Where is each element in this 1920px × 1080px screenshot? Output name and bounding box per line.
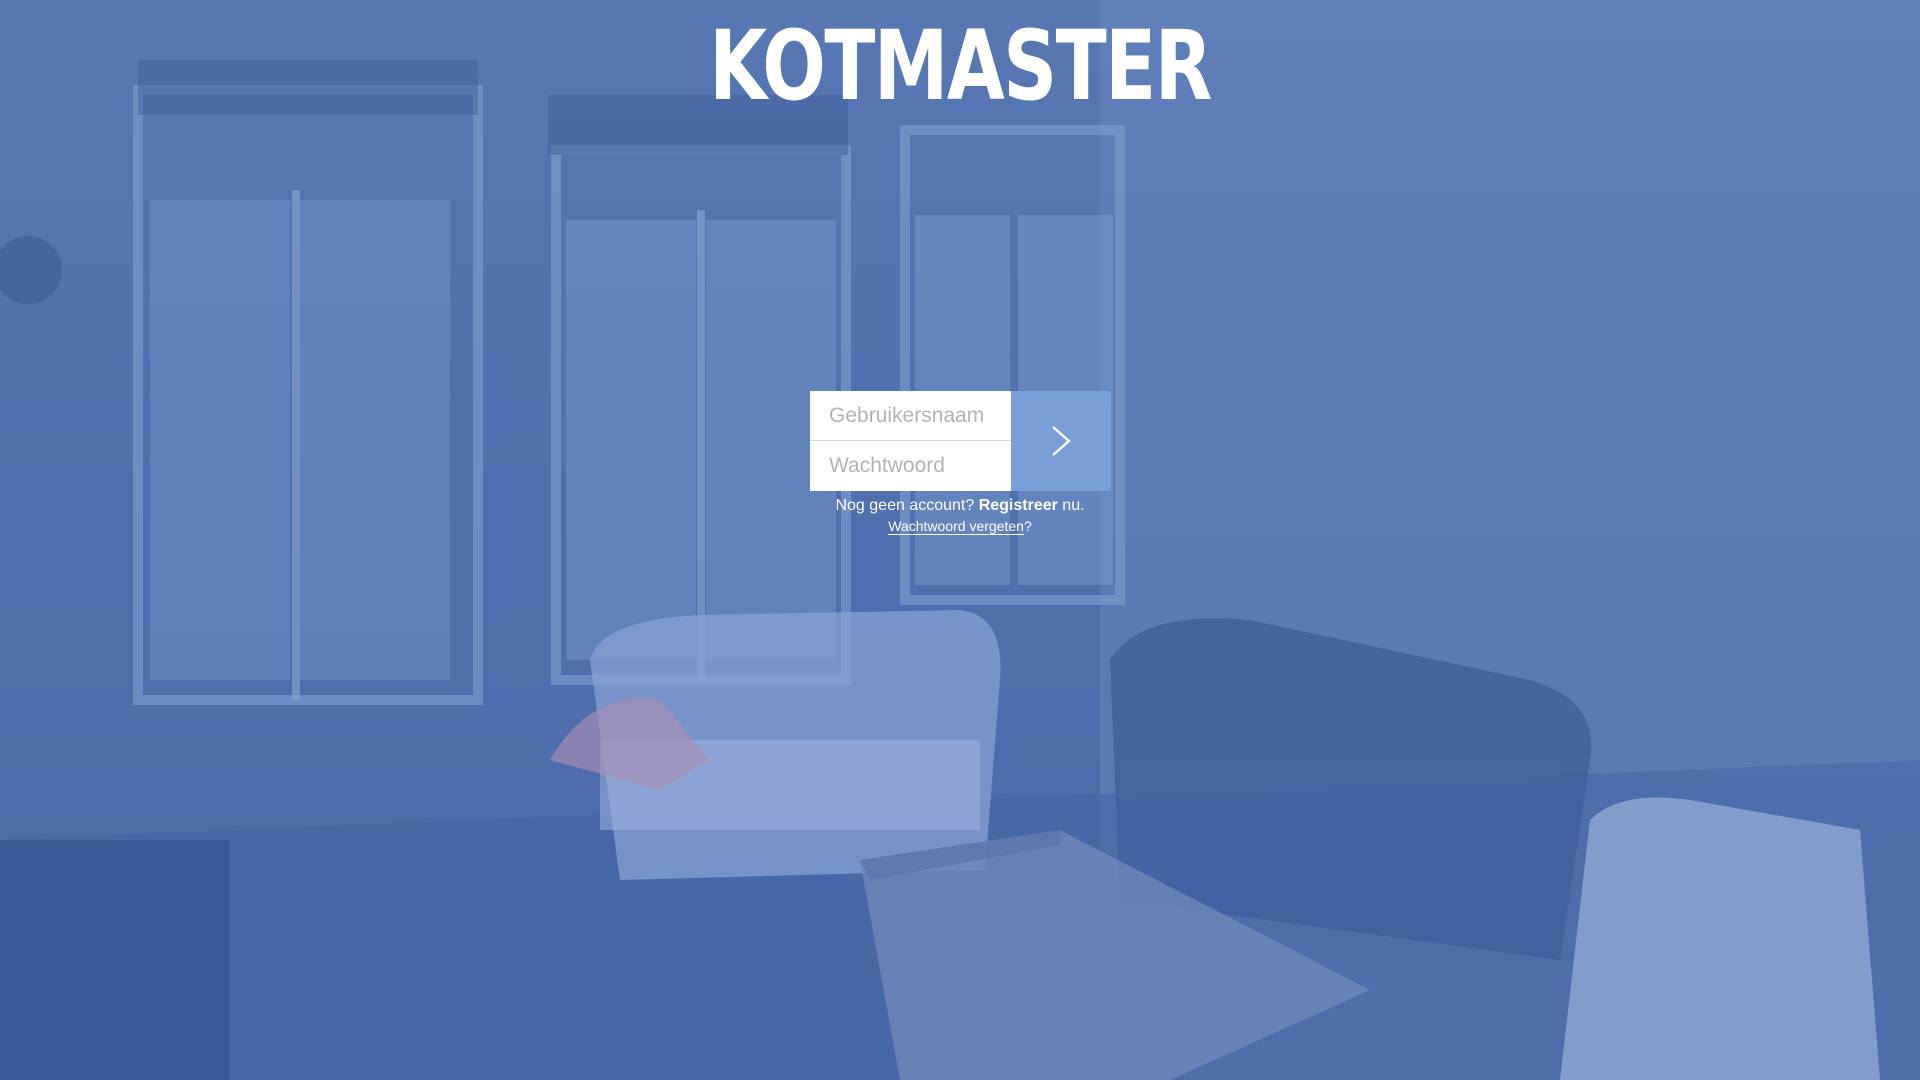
account-links: Nog geen account? Registreer nu. Wachtwo… bbox=[0, 496, 1920, 536]
username-input[interactable] bbox=[810, 391, 1011, 441]
register-prefix: Nog geen account? bbox=[835, 497, 979, 514]
register-link[interactable]: Registreer bbox=[979, 497, 1058, 514]
chevron-right-icon bbox=[1052, 426, 1071, 456]
room-background-illustration bbox=[0, 0, 1920, 1080]
register-link-label: Registreer bbox=[978, 497, 1058, 514]
register-suffix: nu. bbox=[1057, 497, 1085, 514]
login-form bbox=[810, 391, 1111, 491]
forgot-password-line: Wachtwoord vergeten? bbox=[0, 516, 1920, 536]
password-input[interactable] bbox=[810, 441, 1011, 491]
background-photo bbox=[0, 0, 1920, 1080]
login-submit-button[interactable] bbox=[1011, 391, 1111, 491]
forgot-password-link[interactable]: Wachtwoord vergeten bbox=[888, 518, 1024, 535]
forgot-password-suffix: ? bbox=[1023, 518, 1032, 534]
register-line: Nog geen account? Registreer nu. bbox=[0, 496, 1920, 516]
app-logo: KOTMASTER bbox=[709, 10, 1212, 122]
login-fields bbox=[810, 391, 1011, 491]
